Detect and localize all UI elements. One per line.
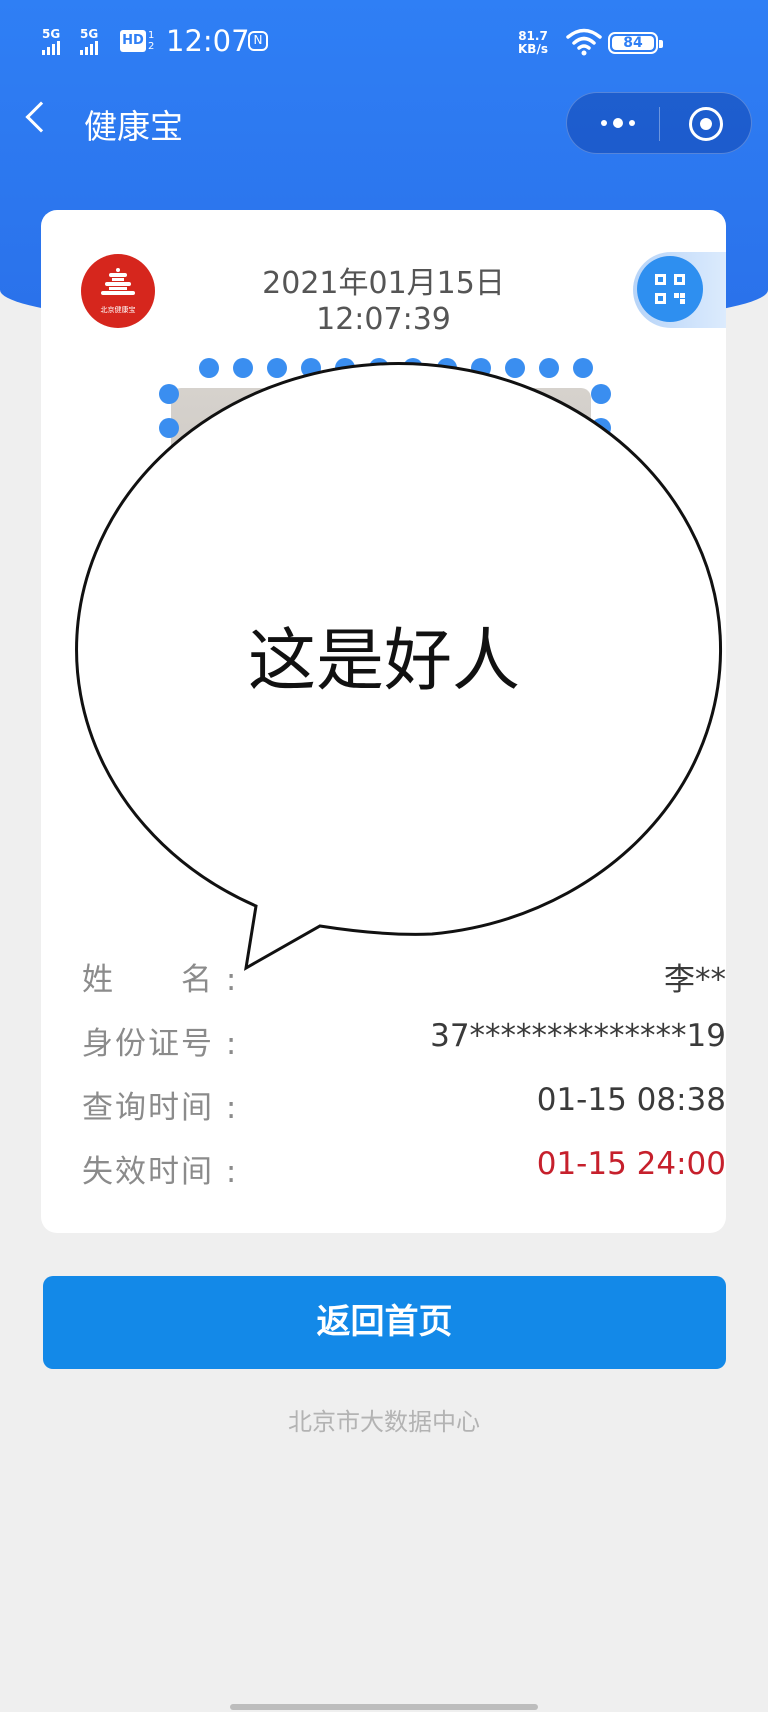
speech-bubble: [75, 362, 723, 971]
speech-bubble-text: 这是好人: [247, 622, 520, 701]
